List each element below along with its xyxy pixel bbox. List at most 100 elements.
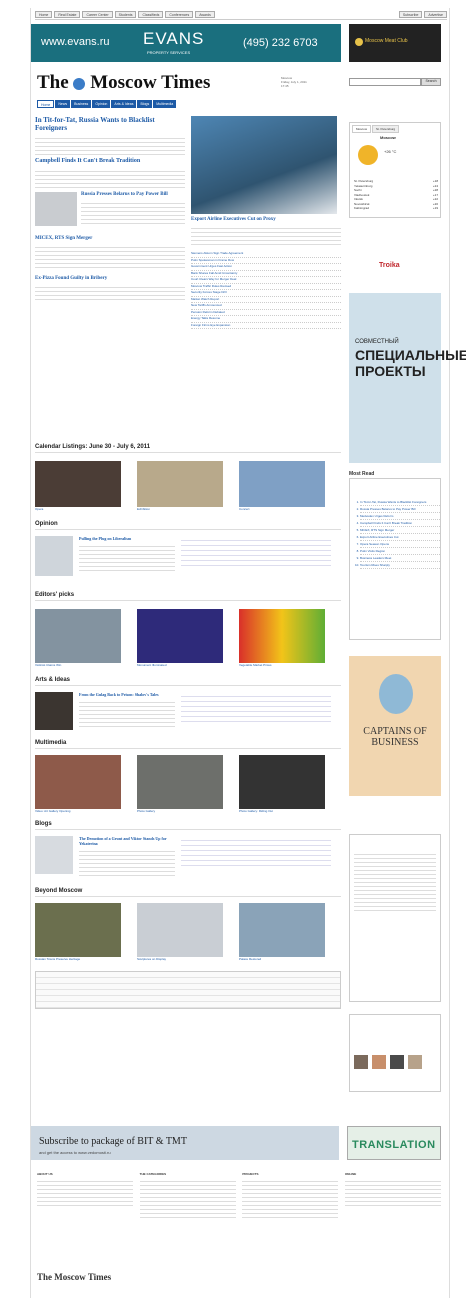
editors-image[interactable] <box>137 609 223 663</box>
tab-opinion[interactable]: Opinion <box>92 100 111 108</box>
topnav-classifieds[interactable]: Classifieds <box>138 11 164 18</box>
opinion-headline[interactable]: Pulling the Plug on Liberalism <box>79 536 175 541</box>
beyond-caption[interactable]: Sculptures on Display <box>137 957 223 961</box>
calendar-caption[interactable]: Concert <box>239 507 325 511</box>
beyond-caption[interactable]: Russian Towns Preserve Heritage <box>35 957 121 961</box>
tab-blogs[interactable]: Blogs <box>137 100 153 108</box>
most-read-item[interactable]: Business Leaders Meet <box>360 555 440 562</box>
beyond-caption[interactable]: Palace Restored <box>239 957 325 961</box>
translation-ad[interactable]: TRANSLATION <box>347 1126 441 1160</box>
topnav-career[interactable]: Career Center <box>82 11 113 18</box>
lead-headline-1[interactable]: In Tit-for-Tat, Russia Wants to Blacklis… <box>35 116 185 132</box>
beyond-image[interactable] <box>239 903 325 957</box>
tab-business[interactable]: Business <box>71 100 92 108</box>
search-input[interactable] <box>349 78 421 86</box>
subscribe-ad[interactable]: Subscribe to package of BIT & TMT and ge… <box>31 1126 339 1160</box>
lead-headline-3[interactable]: Russia Presses Belarus to Pay Power Bill <box>81 192 185 198</box>
blogs-image[interactable] <box>35 836 73 874</box>
most-read-item[interactable]: Opera Season Opens <box>360 541 440 548</box>
multimedia-image[interactable] <box>35 755 121 809</box>
site-logo[interactable]: The Moscow Times <box>37 72 210 94</box>
avatar[interactable] <box>390 1055 404 1069</box>
most-read-box: In Tit-for-Tat, Russia Wants to Blacklis… <box>349 478 441 640</box>
footer-links[interactable] <box>139 1178 236 1218</box>
side-ad[interactable]: Moscow Meat Club <box>349 24 441 62</box>
beyond-image[interactable] <box>35 903 121 957</box>
lead-headline-4[interactable]: MICEX, RTS Sign Merger <box>35 236 185 242</box>
logo-text-b: Moscow Times <box>90 72 211 93</box>
special-projects-ad[interactable]: СОВМЕСТНЫЙ СПЕЦИАЛЬНЫЕ ПРОЕКТЫ <box>349 293 466 463</box>
tab-news[interactable]: News <box>55 100 71 108</box>
footer-columns: ABOUT US THE CATEGORIES PROJECTS ONLINE <box>37 1172 441 1218</box>
tab-arts[interactable]: Arts & Ideas <box>111 100 137 108</box>
editors-image[interactable] <box>239 609 325 663</box>
editors-image[interactable] <box>35 609 121 663</box>
sun-icon <box>358 145 378 165</box>
banner-ad[interactable]: www.evans.ru EVANS PROPERTY SERVICES (49… <box>31 24 341 62</box>
feature-headline[interactable]: Export Airline Executives Cut on Proxy <box>191 217 341 223</box>
most-read-item[interactable]: Tourism Rises Sharply <box>360 562 440 569</box>
lead-text-5 <box>35 284 185 300</box>
lead-headline-5[interactable]: Ex-Pizza Found Guilty in Bribery <box>35 276 185 282</box>
opinion-image[interactable] <box>35 536 73 576</box>
most-read-item[interactable]: Export Airline Executives Cut <box>360 534 440 541</box>
calendar-image[interactable] <box>239 461 325 507</box>
calendar-caption[interactable]: Opera <box>35 507 121 511</box>
blogs-headline[interactable]: The Demotion of a Grunt and Viktor Stand… <box>79 836 175 846</box>
topnav-realestate[interactable]: Real Estate <box>54 11 81 18</box>
advertise-button[interactable]: Advertise <box>424 11 447 18</box>
most-read-item[interactable]: Medvedev Urges Reform <box>360 513 440 520</box>
topnav-awards[interactable]: Awards <box>195 11 215 18</box>
most-read-item[interactable]: MICEX, RTS Sign Merger <box>360 527 440 534</box>
proekt-subtitle: СОВМЕСТНЫЙ <box>355 339 399 345</box>
most-read-item[interactable]: In Tit-for-Tat, Russia Wants to Blacklis… <box>360 499 440 506</box>
most-read-heading: Most Read <box>349 471 375 477</box>
calendar-image[interactable] <box>35 461 121 507</box>
subscribe-button[interactable]: Subscribe <box>398 11 423 18</box>
tab-weather-spb[interactable]: St. Petersburg <box>372 125 400 133</box>
footer-links[interactable] <box>344 1178 441 1208</box>
arts-image[interactable] <box>35 692 73 730</box>
banner-phone: (495) 232 6703 <box>243 37 318 49</box>
editors-caption[interactable]: Violinist Claims Win <box>35 663 121 667</box>
lead-headline-2[interactable]: Campbell Finds It Can't Break Tradition <box>35 158 185 165</box>
calendar-caption[interactable]: Exhibition <box>137 507 223 511</box>
footer-links[interactable] <box>37 1178 133 1208</box>
footer-logo[interactable]: The Moscow Times <box>37 1272 111 1282</box>
captains-ad[interactable]: CAPTAINS OF BUSINESS <box>349 656 441 796</box>
topnav-students[interactable]: Students <box>114 11 137 18</box>
most-read-item[interactable]: Russia Presses Belarus to Pay Power Bill <box>360 506 440 513</box>
editors-caption[interactable]: Vegetable Market Prices <box>239 663 325 667</box>
footer-links[interactable] <box>242 1178 339 1218</box>
lead-image-3[interactable] <box>35 192 77 226</box>
topnav-conferences[interactable]: Conferences <box>165 11 194 18</box>
multimedia-heading: Multimedia <box>35 740 67 746</box>
avatar[interactable] <box>372 1055 386 1069</box>
most-read-item[interactable]: Putin Visits Region <box>360 548 440 555</box>
tab-weather-moscow[interactable]: Moscow <box>352 125 372 133</box>
calendar-image[interactable] <box>137 461 223 507</box>
avatar[interactable] <box>408 1055 422 1069</box>
multimedia-image[interactable] <box>137 755 223 809</box>
multimedia-image[interactable] <box>239 755 325 809</box>
lead-text-2 <box>35 168 185 188</box>
lead-text-4 <box>35 244 185 268</box>
video-widget <box>349 834 441 1002</box>
avatar[interactable] <box>354 1055 368 1069</box>
news-link[interactable]: Foreign Firms Eye Expansion <box>191 323 341 329</box>
arts-headline[interactable]: From the Gulag Back to Prison: Shalov's … <box>79 692 175 697</box>
topnav-home[interactable]: Home <box>35 11 53 18</box>
feature-image[interactable] <box>191 116 337 214</box>
search-button[interactable]: Search <box>421 78 441 86</box>
opinion-heading: Opinion <box>35 521 58 527</box>
weather-city-list: St. Petersburg +18 Yekaterinburg +24 Sochi… <box>354 179 438 211</box>
multimedia-caption[interactable]: Video: Art Gallery Opening <box>35 809 121 813</box>
editors-caption[interactable]: Monument Illuminated <box>137 663 223 667</box>
troika-logo[interactable]: Troika <box>379 262 400 269</box>
most-read-item[interactable]: Campbell Finds It Can't Break Tradition <box>360 520 440 527</box>
tab-home[interactable]: Home <box>37 100 55 108</box>
beyond-image[interactable] <box>137 903 223 957</box>
multimedia-caption[interactable]: Photo Gallery: Riding Out <box>239 809 325 813</box>
tab-multimedia[interactable]: Multimedia <box>153 100 177 108</box>
multimedia-caption[interactable]: Photo Gallery <box>137 809 223 813</box>
